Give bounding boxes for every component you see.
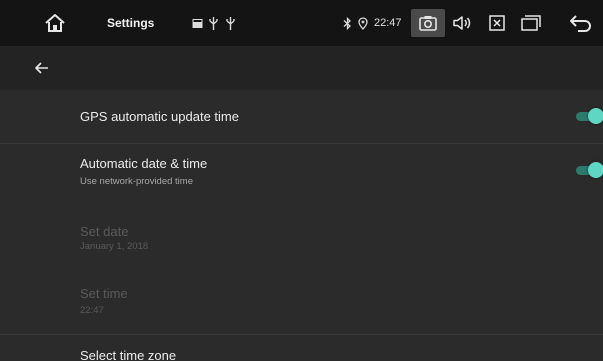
select-time-zone-title: Select time zone bbox=[80, 348, 177, 361]
bluetooth-icon bbox=[343, 0, 352, 46]
app-title: Settings bbox=[107, 16, 155, 30]
set-date-row: Set date January 1, 2018 bbox=[0, 214, 603, 274]
set-time-value: 22:47 bbox=[80, 305, 104, 316]
set-date-title: Set date bbox=[80, 224, 129, 239]
up-button[interactable] bbox=[30, 56, 54, 80]
volume-icon bbox=[453, 16, 471, 30]
auto-date-time-toggle[interactable] bbox=[576, 162, 603, 178]
recent-apps-button[interactable] bbox=[521, 0, 541, 46]
back-icon bbox=[570, 15, 591, 32]
volume-button[interactable] bbox=[452, 0, 472, 46]
clock: 22:47 bbox=[374, 17, 402, 29]
toggle-thumb bbox=[588, 162, 603, 178]
set-date-value: January 1, 2018 bbox=[80, 241, 149, 252]
location-icon bbox=[358, 0, 368, 46]
recent-apps-icon bbox=[521, 15, 541, 31]
screenshot-button[interactable] bbox=[411, 9, 445, 37]
camera-icon bbox=[419, 16, 437, 31]
auto-date-time-title: Automatic date & time bbox=[80, 156, 208, 171]
arrow-left-icon bbox=[35, 62, 48, 74]
image-icon bbox=[192, 0, 203, 46]
gps-auto-time-toggle[interactable] bbox=[576, 108, 603, 124]
gps-auto-time-row[interactable]: GPS automatic update time bbox=[0, 90, 603, 143]
toggle-thumb bbox=[588, 108, 603, 124]
nav-back-button[interactable] bbox=[568, 0, 592, 46]
auto-date-time-row[interactable]: Automatic date & time Use network-provid… bbox=[0, 144, 603, 204]
home-icon bbox=[45, 14, 65, 32]
usb-icon bbox=[209, 0, 218, 46]
select-time-zone-row[interactable]: Select time zone bbox=[0, 335, 603, 361]
set-time-row: Set time 22:47 bbox=[0, 276, 603, 333]
action-bar bbox=[0, 46, 603, 90]
set-time-title: Set time bbox=[80, 286, 128, 301]
home-button[interactable] bbox=[44, 0, 66, 46]
status-bar: Settings 22:47 bbox=[0, 0, 603, 46]
gps-auto-time-title: GPS automatic update time bbox=[80, 109, 239, 124]
auto-date-time-subtitle: Use network-provided time bbox=[80, 176, 193, 187]
close-box-icon bbox=[489, 15, 505, 31]
usb-icon bbox=[226, 0, 235, 46]
close-app-button[interactable] bbox=[489, 0, 505, 46]
